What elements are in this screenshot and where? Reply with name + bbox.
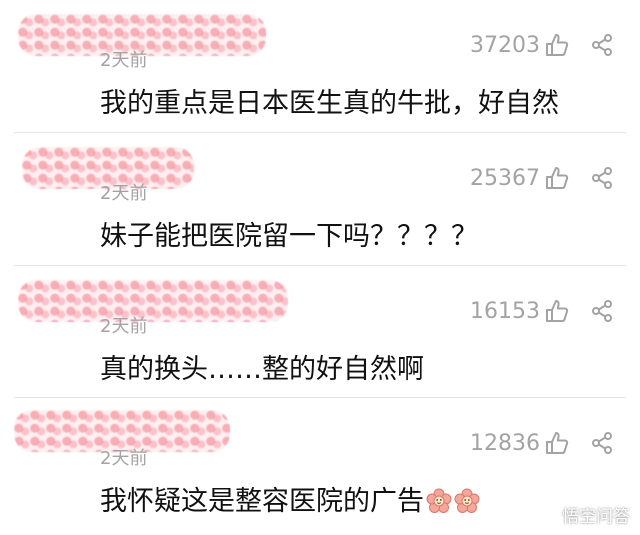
flower-emoji-icon: [426, 488, 452, 513]
comment-text: 我的重点是日本医生真的牛批，好自然: [100, 88, 559, 119]
share-icon[interactable]: [590, 166, 614, 190]
share-icon[interactable]: [590, 431, 614, 455]
thumbs-up-icon[interactable]: [544, 32, 570, 58]
share-icon[interactable]: [590, 299, 614, 323]
watermark-text: 悟空问答: [562, 507, 630, 527]
redacted-username: [18, 280, 288, 322]
like-count[interactable]: 16153: [470, 299, 540, 325]
comment-time: 2天前: [100, 316, 148, 337]
comment-time: 2天前: [100, 50, 148, 71]
thumbs-up-icon[interactable]: [544, 165, 570, 191]
flower-emoji-icon: [454, 488, 480, 513]
wukong-watermark: 悟空问答: [534, 502, 630, 527]
like-count[interactable]: 12836: [470, 431, 540, 457]
comment-time: 2天前: [100, 448, 148, 469]
comment-time: 2天前: [100, 183, 148, 204]
thumbs-up-icon[interactable]: [544, 430, 570, 456]
comment-item: 2天前 25367 妹子能把医院留一下吗？？？？: [0, 133, 640, 265]
share-icon[interactable]: [590, 33, 614, 57]
comment-item: 2天前 37203 我的重点是日本医生真的牛批，好自然: [0, 0, 640, 132]
like-count[interactable]: 25367: [470, 166, 540, 192]
comment-text: 妹子能把医院留一下吗？？？？: [100, 221, 478, 252]
comment-text-row: 我怀疑这是整容医院的广告: [100, 486, 480, 518]
redacted-username: [14, 410, 230, 452]
comment-text: 我怀疑这是整容医院的广告: [100, 486, 424, 517]
thumbs-up-icon[interactable]: [544, 298, 570, 324]
like-count[interactable]: 37203: [470, 33, 540, 59]
comment-item: 2天前 16153 真的换头……整的好自然啊: [0, 266, 640, 398]
comment-text: 真的换头……整的好自然啊: [100, 354, 424, 385]
wukong-logo-icon: [534, 504, 556, 525]
